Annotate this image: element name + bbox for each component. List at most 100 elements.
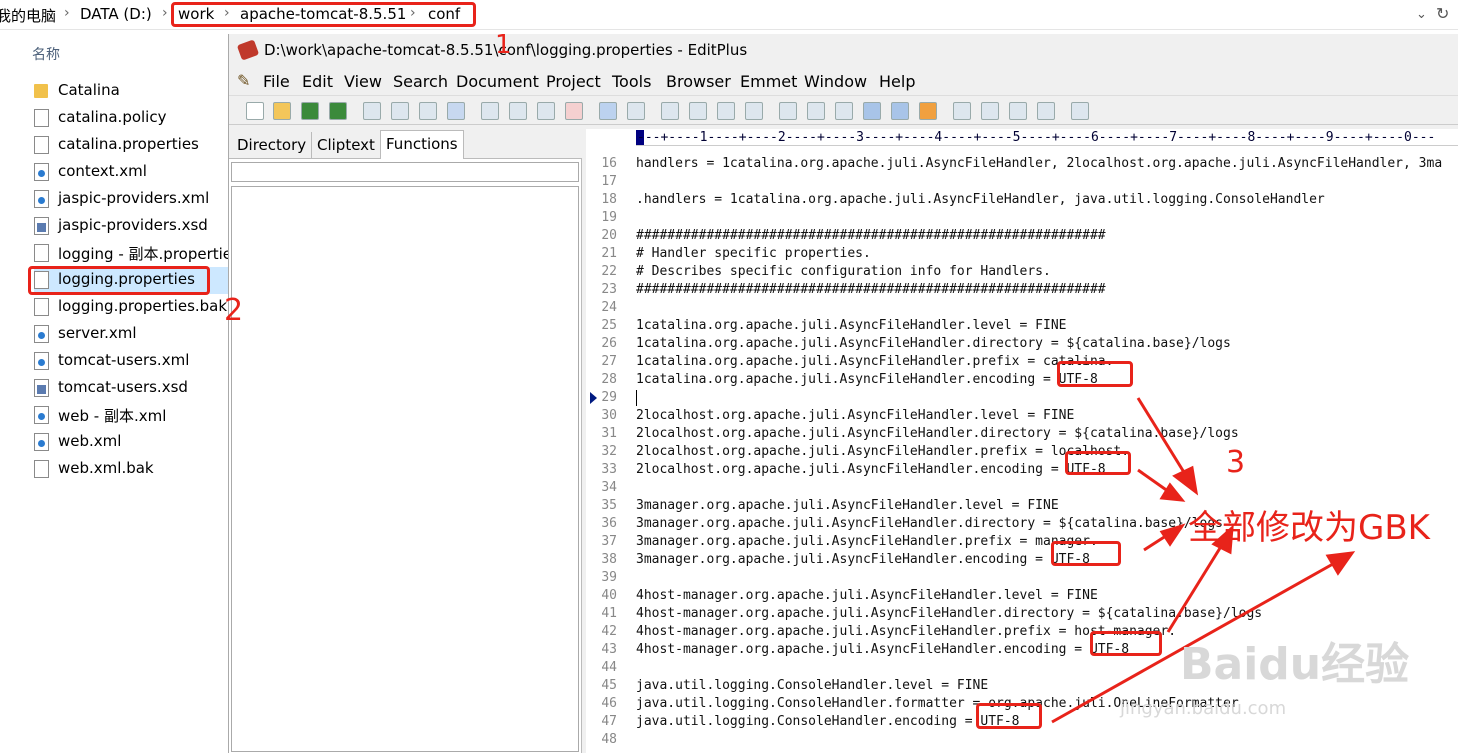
paste-icon[interactable] (537, 102, 555, 120)
menu-browser[interactable]: Browser (666, 72, 731, 91)
code-line[interactable]: 2localhost.org.apache.juli.AsyncFileHand… (636, 461, 1106, 479)
hex-icon[interactable] (807, 102, 825, 120)
breadcrumb-tomcat[interactable]: apache-tomcat-8.5.51 (240, 5, 406, 23)
list-item[interactable]: jaspic-providers.xsd (34, 213, 234, 240)
open-folder-icon[interactable] (273, 102, 291, 120)
menu-tools[interactable]: Tools (612, 72, 651, 91)
menu-file[interactable]: File (263, 72, 290, 91)
list-item[interactable]: web.xml.bak (34, 456, 234, 483)
list-item[interactable]: web.xml (34, 429, 234, 456)
list-item[interactable]: tomcat-users.xsd (34, 375, 234, 402)
list-item[interactable]: jaspic-providers.xml (34, 186, 234, 213)
line-number: 40 (601, 588, 617, 603)
code-line[interactable]: 2localhost.org.apache.juli.AsyncFileHand… (636, 443, 1129, 461)
column-header-name[interactable]: 名称 (32, 44, 60, 64)
print-preview-icon[interactable] (363, 102, 381, 120)
code-line[interactable]: 3manager.org.apache.juli.AsyncFileHandle… (636, 515, 1223, 533)
code-line[interactable]: 2localhost.org.apache.juli.AsyncFileHand… (636, 425, 1239, 443)
list-item[interactable]: context.xml (34, 159, 234, 186)
menu-help[interactable]: Help (879, 72, 915, 91)
line-number: 30 (601, 408, 617, 423)
list-item[interactable]: catalina.properties (34, 132, 234, 159)
list-item[interactable]: Catalina (34, 78, 234, 105)
check-icon[interactable] (919, 102, 937, 120)
list-item[interactable]: logging.properties.bak (34, 294, 234, 321)
menu-document[interactable]: Document (456, 72, 539, 91)
replace-icon[interactable] (689, 102, 707, 120)
font-icon[interactable] (779, 102, 797, 120)
list-item[interactable]: catalina.policy (34, 105, 234, 132)
code-line[interactable]: 3manager.org.apache.juli.AsyncFileHandle… (636, 551, 1090, 569)
find-in-files-icon[interactable] (717, 102, 735, 120)
code-line[interactable]: 1catalina.org.apache.juli.AsyncFileHandl… (636, 371, 1098, 389)
code-line[interactable]: ########################################… (636, 281, 1106, 299)
code-line[interactable]: ########################################… (636, 227, 1106, 245)
list-item[interactable]: server.xml (34, 321, 234, 348)
code-line[interactable]: 1catalina.org.apache.juli.AsyncFileHandl… (636, 317, 1066, 335)
code-line[interactable]: .handlers = 1catalina.org.apache.juli.As… (636, 191, 1325, 209)
menu-search[interactable]: Search (393, 72, 448, 91)
help-pointer-icon[interactable] (1071, 102, 1089, 120)
menu-emmet[interactable]: Emmet (740, 72, 797, 91)
code-line[interactable]: 1catalina.org.apache.juli.AsyncFileHandl… (636, 335, 1231, 353)
menu-project[interactable]: Project (546, 72, 601, 91)
tab-functions[interactable]: Functions (380, 130, 464, 159)
print-icon[interactable] (391, 102, 409, 120)
title-bar[interactable]: D:\work\apache-tomcat-8.5.51\conf\loggin… (229, 34, 1458, 66)
line-gutter: 16 17 18 19 20 21 22 23 24 25 26 27 28 29 30 31 32 33 34 35… (586, 146, 633, 753)
code-line[interactable]: 4host-manager.org.apache.juli.AsyncFileH… (636, 641, 1129, 659)
output-window-icon[interactable] (981, 102, 999, 120)
goto-line-icon[interactable] (745, 102, 763, 120)
code-line[interactable]: 4host-manager.org.apache.juli.AsyncFileH… (636, 587, 1098, 605)
undo-icon[interactable] (599, 102, 617, 120)
list-item[interactable]: web - 副本.xml (34, 402, 234, 429)
word-wrap-icon[interactable] (835, 102, 853, 120)
redo-icon[interactable] (627, 102, 645, 120)
address-bar[interactable]: 我的电脑 › DATA (D:) › work › apache-tomcat-… (0, 0, 1458, 30)
current-line-marker-icon (590, 392, 597, 404)
html-toolbar-icon[interactable] (447, 102, 465, 120)
tab-directory[interactable]: Directory (232, 132, 313, 158)
code-line[interactable]: 1catalina.org.apache.juli.AsyncFileHandl… (636, 353, 1113, 371)
indent-icon[interactable] (863, 102, 881, 120)
breadcrumb-work[interactable]: work (178, 5, 214, 23)
breadcrumb-root[interactable]: 我的电脑 (0, 5, 56, 26)
code-line[interactable]: # Describes specific configuration info … (636, 263, 1051, 281)
code-line[interactable]: # Handler specific properties. (636, 245, 871, 263)
list-item[interactable]: logging - 副本.properties (34, 240, 234, 267)
file-explorer: 名称 Catalina catalina.policy catalina.pro… (0, 30, 234, 753)
fullscreen-icon[interactable] (1037, 102, 1055, 120)
code-line[interactable]: 2localhost.org.apache.juli.AsyncFileHand… (636, 407, 1074, 425)
list-item[interactable]: tomcat-users.xml (34, 348, 234, 375)
browser-icon[interactable] (1009, 102, 1027, 120)
breadcrumb-conf[interactable]: conf (428, 5, 460, 23)
spellcheck-icon[interactable] (419, 102, 437, 120)
directory-window-icon[interactable] (953, 102, 971, 120)
line-number-icon[interactable] (891, 102, 909, 120)
menu-view[interactable]: View (344, 72, 382, 91)
code-line[interactable]: 4host-manager.org.apache.juli.AsyncFileH… (636, 605, 1262, 623)
new-file-icon[interactable] (246, 102, 264, 120)
delete-icon[interactable] (565, 102, 583, 120)
code-line[interactable]: java.util.logging.ConsoleHandler.level =… (636, 677, 988, 695)
save-all-icon[interactable] (329, 102, 347, 120)
menu-window[interactable]: Window (804, 72, 867, 91)
menu-edit[interactable]: Edit (302, 72, 333, 91)
find-icon[interactable] (661, 102, 679, 120)
code-line[interactable]: 3manager.org.apache.juli.AsyncFileHandle… (636, 497, 1059, 515)
chevron-down-icon[interactable]: ⌄ (1416, 7, 1427, 22)
breadcrumb-drive[interactable]: DATA (D:) (80, 5, 152, 23)
panel-filter-input[interactable] (231, 162, 579, 182)
save-icon[interactable] (301, 102, 319, 120)
tab-cliptext[interactable]: Cliptext (312, 132, 381, 158)
code-line[interactable]: handlers = 1catalina.org.apache.juli.Asy… (636, 155, 1442, 173)
line-number: 21 (601, 246, 617, 261)
code-line[interactable]: 3manager.org.apache.juli.AsyncFileHandle… (636, 533, 1098, 551)
functions-list[interactable] (231, 186, 579, 752)
copy-icon[interactable] (509, 102, 527, 120)
code-line[interactable]: java.util.logging.ConsoleHandler.encodin… (636, 713, 1020, 731)
list-item-selected[interactable]: logging.properties (34, 267, 234, 294)
cut-icon[interactable] (481, 102, 499, 120)
code-line[interactable]: 4host-manager.org.apache.juli.AsyncFileH… (636, 623, 1176, 641)
refresh-icon[interactable]: ↻ (1436, 4, 1449, 23)
